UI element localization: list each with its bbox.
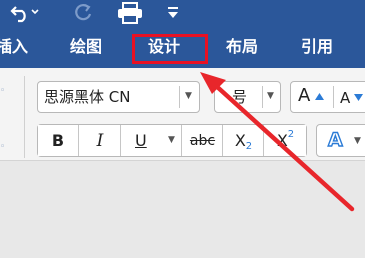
red-arrow-annotation [200,72,355,212]
